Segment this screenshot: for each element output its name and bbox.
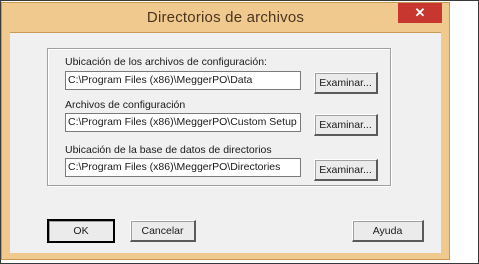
- close-icon: ✕: [414, 5, 426, 20]
- config-files-browse-button[interactable]: Examinar...: [314, 114, 378, 136]
- close-button[interactable]: ✕: [398, 3, 442, 23]
- config-files-browse-label: Examinar...: [319, 119, 372, 131]
- config-location-browse-label: Examinar...: [319, 77, 372, 89]
- help-label: Ayuda: [372, 225, 403, 237]
- directories-db-input[interactable]: C:\Program Files (x86)\MeggerPO\Director…: [65, 158, 301, 177]
- cancel-label: Cancelar: [141, 225, 184, 237]
- help-button[interactable]: Ayuda: [352, 220, 424, 242]
- directories-db-browse-button[interactable]: Examinar...: [314, 159, 378, 181]
- config-files-label: Archivos de configuración: [65, 99, 186, 111]
- ok-label: OK: [73, 225, 89, 237]
- config-location-label: Ubicación de los archivos de configuraci…: [65, 56, 267, 68]
- config-location-input[interactable]: C:\Program Files (x86)\MeggerPO\Data: [65, 71, 301, 90]
- dialog-body: Ubicación de los archivos de configuraci…: [10, 32, 441, 253]
- title-bar[interactable]: Directorios de archivos ✕: [2, 3, 449, 32]
- directories-db-label: Ubicación de la base de datos de directo…: [65, 144, 272, 156]
- window-title: Directorios de archivos: [146, 9, 305, 26]
- config-files-input[interactable]: C:\Program Files (x86)\MeggerPO\Custom S…: [65, 113, 301, 132]
- ok-button[interactable]: OK: [47, 219, 115, 243]
- directories-group: Ubicación de los archivos de configuraci…: [47, 48, 391, 186]
- config-location-browse-button[interactable]: Examinar...: [314, 72, 378, 94]
- dialog-window: Directorios de archivos ✕ Ubicación de l…: [1, 2, 450, 260]
- directories-db-browse-label: Examinar...: [319, 164, 372, 176]
- cancel-button[interactable]: Cancelar: [130, 220, 196, 242]
